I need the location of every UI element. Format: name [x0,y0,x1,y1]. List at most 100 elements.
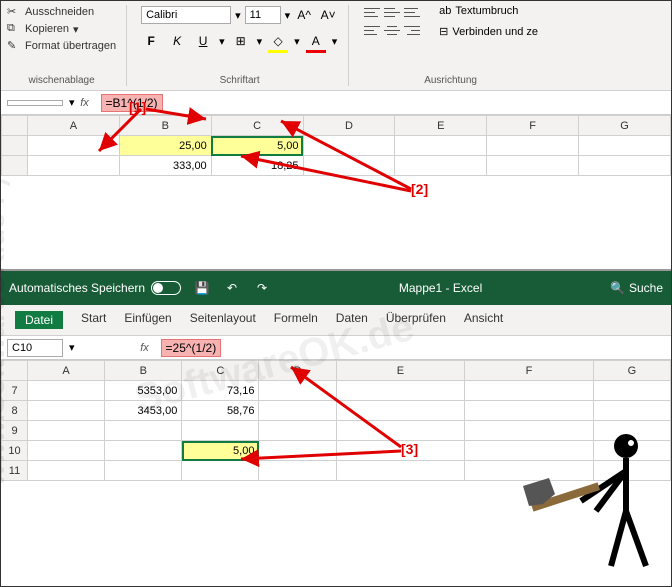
row-header[interactable]: 11 [2,461,28,481]
cell[interactable] [259,461,336,481]
search-button[interactable]: 🔍 Suche [610,281,663,295]
cell[interactable] [336,421,465,441]
cell-c8[interactable]: 58,76 [182,401,259,421]
row-header[interactable]: 9 [2,421,28,441]
cell[interactable] [487,136,579,156]
cell[interactable] [395,156,487,176]
cell[interactable] [182,461,259,481]
cell[interactable] [465,381,594,401]
cell[interactable] [593,381,670,401]
bold-button[interactable]: F [141,31,161,51]
col-header[interactable]: C [211,116,303,136]
select-all-corner[interactable] [2,116,28,136]
tab-insert[interactable]: Einfügen [124,311,171,329]
cell[interactable] [28,381,105,401]
name-box[interactable]: C10 [7,339,63,357]
col-header[interactable]: D [303,116,395,136]
cell[interactable] [579,136,671,156]
cell[interactable] [28,421,105,441]
cell[interactable] [105,441,182,461]
cell[interactable] [182,421,259,441]
cell-c1[interactable]: 5,00 [211,136,303,156]
chevron-down-icon[interactable]: ▾ [69,341,75,354]
cell[interactable] [465,461,594,481]
formula-input[interactable]: =25^(1/2) [155,337,671,359]
col-header[interactable]: E [336,361,465,381]
font-size-select[interactable]: 11 [245,6,281,24]
col-header[interactable]: A [28,361,105,381]
chevron-down-icon[interactable]: ▾ [219,35,225,48]
underline-button[interactable]: U [193,31,213,51]
cell[interactable] [105,421,182,441]
row-header[interactable] [2,136,28,156]
increase-font-icon[interactable]: A^ [294,5,314,25]
cell-b2[interactable]: 333,00 [119,156,211,176]
tab-review[interactable]: Überprüfen [386,311,446,329]
cell[interactable] [593,461,670,481]
fx-icon[interactable]: fx [135,342,155,354]
cell[interactable] [303,156,395,176]
cell[interactable] [593,421,670,441]
chevron-down-icon[interactable]: ▾ [294,35,300,48]
cell[interactable] [593,441,670,461]
tab-view[interactable]: Ansicht [464,311,503,329]
col-header[interactable]: E [395,116,487,136]
cell[interactable] [487,156,579,176]
tab-data[interactable]: Daten [336,311,368,329]
spreadsheet-grid[interactable]: A B C D E F G 7 5353,00 73,16 8 3453,00 … [1,360,671,481]
border-button[interactable]: ⊞ [231,31,251,51]
cell[interactable] [336,441,465,461]
align-middle-button[interactable] [383,5,401,19]
font-name-select[interactable]: Calibri [141,6,231,24]
name-box[interactable] [7,100,63,106]
cell[interactable] [336,401,465,421]
italic-button[interactable]: K [167,31,187,51]
chevron-down-icon[interactable]: ▾ [235,9,241,22]
cell[interactable] [28,156,120,176]
cell[interactable] [465,441,594,461]
tab-formulas[interactable]: Formeln [274,311,318,329]
cell[interactable] [105,461,182,481]
cut-button[interactable]: ✂ Ausschneiden [7,5,116,19]
cell[interactable] [465,421,594,441]
spreadsheet-grid[interactable]: A B C D E F G 25,00 5,00 333 [1,115,671,176]
row-header[interactable]: 10 [2,441,28,461]
cell-c2[interactable]: 18,25 [211,156,303,176]
select-all-corner[interactable] [2,361,28,381]
cell-c10[interactable]: 5,00 [182,441,259,461]
align-left-button[interactable] [363,23,381,37]
copy-button[interactable]: ⧉ Kopieren ▾ [7,22,116,36]
cell[interactable] [259,421,336,441]
cell[interactable] [259,401,336,421]
save-icon[interactable]: 💾 [193,279,211,297]
cell-b1[interactable]: 25,00 [119,136,211,156]
col-header[interactable]: F [487,116,579,136]
cell[interactable] [28,461,105,481]
cell[interactable] [465,401,594,421]
cell-c7[interactable]: 73,16 [182,381,259,401]
align-top-button[interactable] [363,5,381,19]
decrease-font-icon[interactable]: A˅ [318,5,338,25]
col-header[interactable]: C [182,361,259,381]
row-header[interactable] [2,156,28,176]
cell[interactable] [336,381,465,401]
cell[interactable] [28,441,105,461]
align-center-button[interactable] [383,23,401,37]
col-header[interactable]: B [105,361,182,381]
col-header[interactable]: A [28,116,120,136]
autosave-toggle[interactable]: Automatisches Speichern [9,281,181,295]
cell[interactable] [593,401,670,421]
col-header[interactable]: D [259,361,336,381]
format-painter-button[interactable]: ✎ Format übertragen [7,39,116,53]
formula-input[interactable]: =B1^(1/2) [95,92,671,114]
align-right-button[interactable] [403,23,421,37]
cell[interactable] [28,401,105,421]
cell[interactable] [336,461,465,481]
tab-start[interactable]: Start [81,311,106,329]
col-header[interactable]: F [465,361,594,381]
redo-icon[interactable]: ↷ [253,279,271,297]
chevron-down-icon[interactable]: ▾ [332,35,338,48]
cell-b7[interactable]: 5353,00 [105,381,182,401]
cell[interactable] [28,136,120,156]
cell-b8[interactable]: 3453,00 [105,401,182,421]
